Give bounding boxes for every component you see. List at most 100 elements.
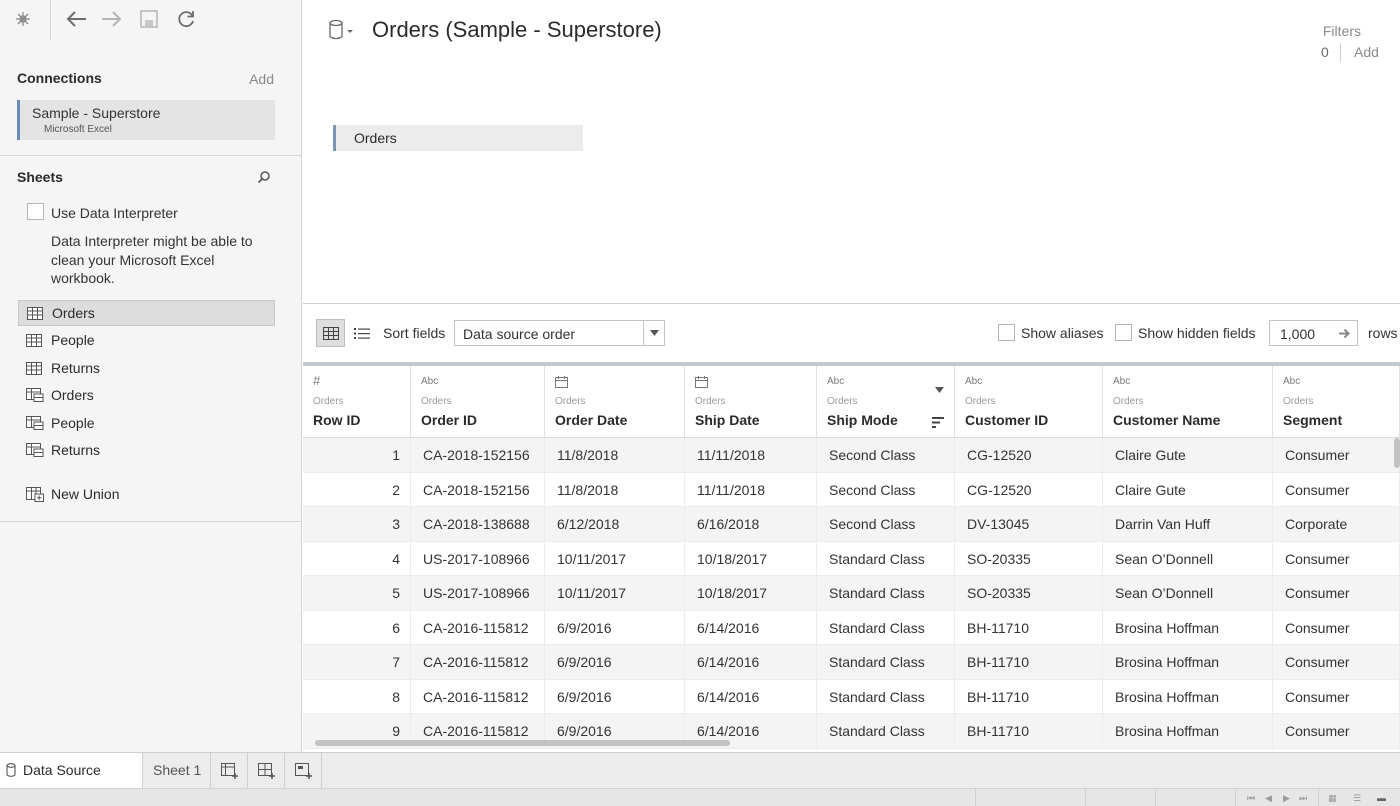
table-row[interactable]: 4 US-2017-108966 10/11/2017 10/18/2017 Stand… [303, 541, 1400, 576]
show-aliases-checkbox[interactable] [998, 324, 1015, 341]
save-icon[interactable] [136, 6, 162, 32]
toolbar-separator [50, 0, 51, 40]
table-cell: 8 [303, 679, 411, 714]
sheets-title: Sheets [17, 169, 63, 185]
tab-sheet-1-label: Sheet 1 [153, 762, 202, 778]
table-pill-orders[interactable]: Orders [333, 125, 583, 151]
table-cell: Brosina Hoffman [1103, 714, 1273, 748]
named-range-item-returns[interactable]: Returns [18, 437, 275, 463]
table-row[interactable]: 7 CA-2016-115812 6/9/2016 6/14/2016 Standard… [303, 645, 1400, 680]
table-cell: 6/9/2016 [545, 679, 685, 714]
table-row[interactable]: 8 CA-2016-115812 6/9/2016 6/14/2016 Standard… [303, 679, 1400, 714]
column-header[interactable]: Abc Orders Customer ID [955, 366, 1103, 437]
new-worksheet-icon[interactable] [212, 753, 248, 789]
column-header[interactable]: Orders Ship Date [685, 366, 817, 437]
table-cell: 6 [303, 610, 411, 645]
horizontal-scrollbar[interactable] [315, 740, 730, 746]
arrow-right-icon[interactable] [1338, 327, 1351, 340]
column-menu-icon[interactable] [935, 380, 944, 398]
filmstrip-view-icon[interactable]: ▬ [1377, 793, 1386, 803]
last-page-icon[interactable]: ⏭ [1299, 793, 1307, 804]
table-cell: Brosina Hoffman [1103, 645, 1273, 679]
next-page-icon[interactable]: ▶ [1283, 793, 1290, 804]
search-icon[interactable] [257, 170, 271, 184]
refresh-icon[interactable] [173, 6, 199, 32]
connection-type: Microsoft Excel [44, 124, 112, 135]
database-icon[interactable] [328, 19, 358, 41]
string-type-icon: Abc [965, 376, 983, 387]
table-row[interactable]: 1 CA-2018-152156 11/8/2018 11/11/2018 Second… [303, 438, 1400, 473]
data-source-title[interactable]: Orders (Sample - Superstore) [372, 17, 662, 43]
named-range-item-orders[interactable]: Orders [18, 382, 275, 408]
list-view-icon[interactable]: ☰ [1353, 793, 1361, 804]
column-header[interactable]: Abc Orders Order ID [411, 366, 545, 437]
status-bar: ⏮ ◀ ▶ ⏭ ▦ ☰ ▬ [0, 788, 1400, 806]
column-name: Order Date [555, 412, 628, 428]
connection-item[interactable]: Sample - Superstore Microsoft Excel [17, 100, 275, 140]
named-range-item-people[interactable]: People [18, 410, 275, 436]
status-separator [1318, 789, 1319, 806]
add-filter-link[interactable]: Add [1354, 44, 1379, 60]
first-page-icon[interactable]: ⏮ [1247, 793, 1255, 804]
sheet-item-orders[interactable]: Orders [18, 300, 275, 326]
sheet-item-label: Orders [52, 305, 95, 321]
tableau-logo-icon[interactable] [10, 6, 36, 32]
column-header[interactable]: Abc Orders Segment [1273, 366, 1400, 437]
sheet-table-icon [27, 306, 45, 320]
string-type-icon: Abc [827, 376, 845, 387]
list-view-icon[interactable] [351, 319, 373, 347]
table-cell: 6/16/2018 [685, 507, 817, 541]
sheet-item-returns[interactable]: Returns [18, 355, 275, 381]
column-header[interactable]: Abc Orders Customer Name [1103, 366, 1273, 437]
table-row[interactable]: 3 CA-2018-138688 6/12/2018 6/16/2018 Second … [303, 507, 1400, 542]
table-row[interactable]: 2 CA-2018-152156 11/8/2018 11/11/2018 Second… [303, 472, 1400, 507]
tab-data-source[interactable]: Data Source [0, 753, 143, 789]
tab-sheet-1[interactable]: Sheet 1 [143, 753, 211, 789]
table-cell: 6/14/2016 [685, 645, 817, 679]
show-aliases-label: Show aliases [1021, 325, 1104, 341]
sort-fields-select[interactable]: Data source order [454, 320, 665, 346]
forward-arrow-icon[interactable] [99, 6, 125, 32]
table-cell: Claire Gute [1103, 438, 1273, 472]
add-connection-link[interactable]: Add [249, 71, 274, 87]
new-dashboard-icon[interactable] [249, 753, 285, 789]
number-type-icon: # [313, 373, 321, 388]
sheet-item-label: People [51, 332, 95, 348]
grid-view-icon[interactable] [316, 319, 345, 347]
new-story-icon[interactable] [286, 753, 322, 789]
table-cell: Darrin Van Huff [1103, 507, 1273, 541]
column-source-table: Orders [695, 396, 726, 407]
divider [0, 155, 302, 156]
sheet-table-icon [26, 333, 44, 347]
data-grid: # Orders Row ID Abc Orders Order ID Orders Orde… [303, 362, 1400, 752]
column-name: Segment [1283, 412, 1343, 428]
column-header[interactable]: Orders Order Date [545, 366, 685, 437]
calendar-icon [695, 376, 708, 391]
new-union-item[interactable]: New Union [18, 481, 275, 507]
show-hidden-fields-checkbox[interactable] [1115, 324, 1132, 341]
table-row[interactable]: 5 US-2017-108966 10/11/2017 10/18/2017 Stand… [303, 576, 1400, 611]
grid-toolbar: Sort fields Data source order Show alias… [303, 305, 1400, 362]
back-arrow-icon[interactable] [63, 6, 89, 32]
table-cell: Standard Class [817, 645, 955, 679]
column-source-table: Orders [421, 396, 452, 407]
table-cell: Standard Class [817, 576, 955, 610]
status-separator [1235, 789, 1236, 806]
vertical-scrollbar[interactable] [1394, 438, 1400, 468]
table-row[interactable]: 6 CA-2016-115812 6/9/2016 6/14/2016 Standard… [303, 610, 1400, 645]
rows-input[interactable]: 1,000 [1269, 320, 1358, 346]
table-cell: 10/11/2017 [545, 541, 685, 576]
status-separator [1155, 789, 1156, 806]
column-header[interactable]: # Orders Row ID [303, 366, 411, 437]
named-range-icon [26, 388, 44, 402]
column-header[interactable]: Abc Orders Ship Mode [817, 366, 955, 437]
join-canvas: Orders (Sample - Superstore) Filters 0 A… [303, 0, 1400, 304]
prev-page-icon[interactable]: ◀ [1265, 793, 1272, 804]
table-cell: 6/9/2016 [545, 610, 685, 645]
grid-view-icon[interactable]: ▦ [1328, 793, 1337, 804]
sort-icon[interactable] [932, 415, 944, 433]
table-cell: Second Class [817, 472, 955, 507]
data-interpreter-checkbox[interactable] [27, 203, 44, 220]
sheet-item-people[interactable]: People [18, 327, 275, 353]
sheet-tabs-bar: Data Source Sheet 1 [0, 752, 1400, 789]
